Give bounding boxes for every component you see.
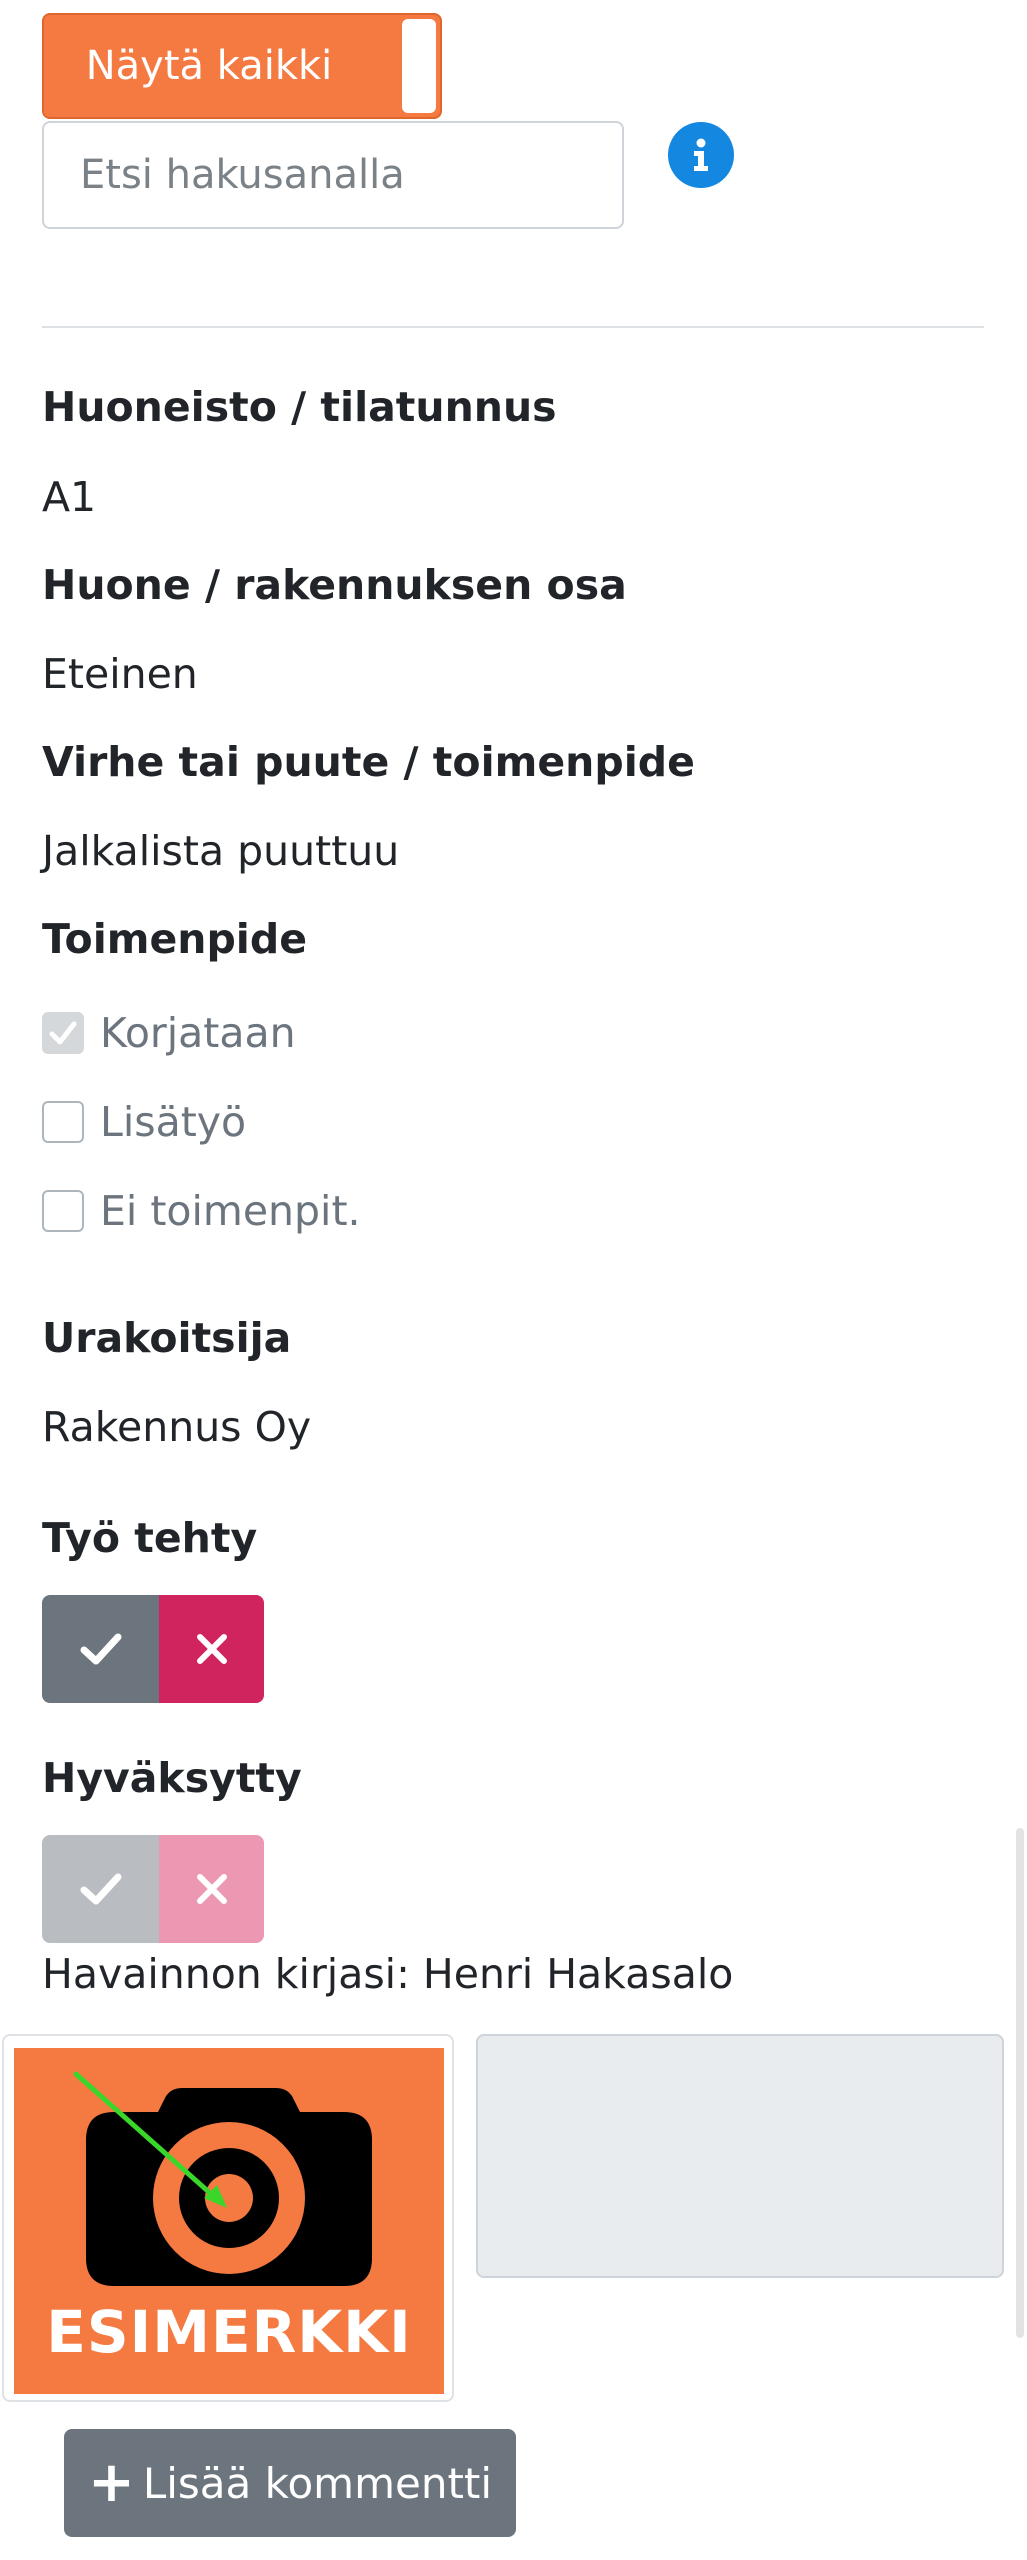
show-all-toggle[interactable]: Näytä kaikki — [42, 13, 442, 119]
work-done-label: Työ tehty — [42, 1514, 258, 1562]
add-comment-button[interactable]: + Lisää kommentti — [64, 2429, 516, 2537]
work-done-no-button[interactable] — [159, 1595, 264, 1703]
checkbox-extra-work[interactable] — [42, 1101, 84, 1143]
contractor-value: Rakennus Oy — [42, 1403, 312, 1451]
defect-value: Jalkalista puuttuu — [42, 827, 400, 875]
close-icon — [196, 1634, 227, 1664]
add-comment-label: Lisää kommentti — [142, 2458, 493, 2508]
info-icon[interactable] — [668, 122, 734, 188]
checkbox-extra-work-label: Lisätyö — [100, 1098, 247, 1146]
checkbox-repair-label: Korjataan — [100, 1009, 296, 1057]
action-label: Toimenpide — [42, 915, 308, 963]
divider — [42, 326, 984, 328]
defect-label: Virhe tai puute / toimenpide — [42, 738, 695, 786]
check-icon — [49, 1021, 77, 1045]
room-label: Huone / rakennuksen osa — [42, 561, 627, 609]
contractor-label: Urakoitsija — [42, 1314, 292, 1362]
close-icon — [196, 1874, 227, 1904]
comment-textarea[interactable] — [476, 2034, 1004, 2278]
checkbox-row-repair[interactable]: Korjataan — [42, 1008, 296, 1058]
photo-thumbnail[interactable]: ESIMERKKI — [2, 2034, 454, 2402]
plus-icon: + — [87, 2450, 135, 2515]
scrollbar[interactable] — [1016, 1828, 1024, 2338]
work-done-buttons — [42, 1595, 264, 1703]
accepted-no-button — [159, 1835, 264, 1943]
work-done-yes-button[interactable] — [42, 1595, 159, 1703]
checkbox-row-no-action[interactable]: Ei toimenpit. — [42, 1186, 361, 1236]
search-input[interactable] — [42, 121, 624, 229]
photo-caption: ESIMERKKI — [46, 2298, 412, 2366]
check-icon — [80, 1873, 121, 1905]
checkbox-no-action-label: Ei toimenpit. — [100, 1187, 361, 1235]
toggle-knob[interactable] — [402, 19, 436, 113]
photo-image: ESIMERKKI — [14, 2048, 444, 2394]
accepted-buttons — [42, 1835, 264, 1943]
checkbox-row-extra-work[interactable]: Lisätyö — [42, 1097, 246, 1147]
show-all-label: Näytä kaikki — [85, 43, 333, 89]
room-value: Eteinen — [42, 650, 198, 698]
author-text: Havainnon kirjasi: Henri Hakasalo — [42, 1950, 734, 1998]
accepted-label: Hyväksytty — [42, 1754, 302, 1802]
checkbox-repair[interactable] — [42, 1012, 84, 1054]
checkbox-no-action[interactable] — [42, 1190, 84, 1232]
apartment-value: A1 — [42, 473, 97, 521]
apartment-label: Huoneisto / tilatunnus — [42, 383, 557, 431]
check-icon — [80, 1633, 121, 1665]
accepted-yes-button — [42, 1835, 159, 1943]
